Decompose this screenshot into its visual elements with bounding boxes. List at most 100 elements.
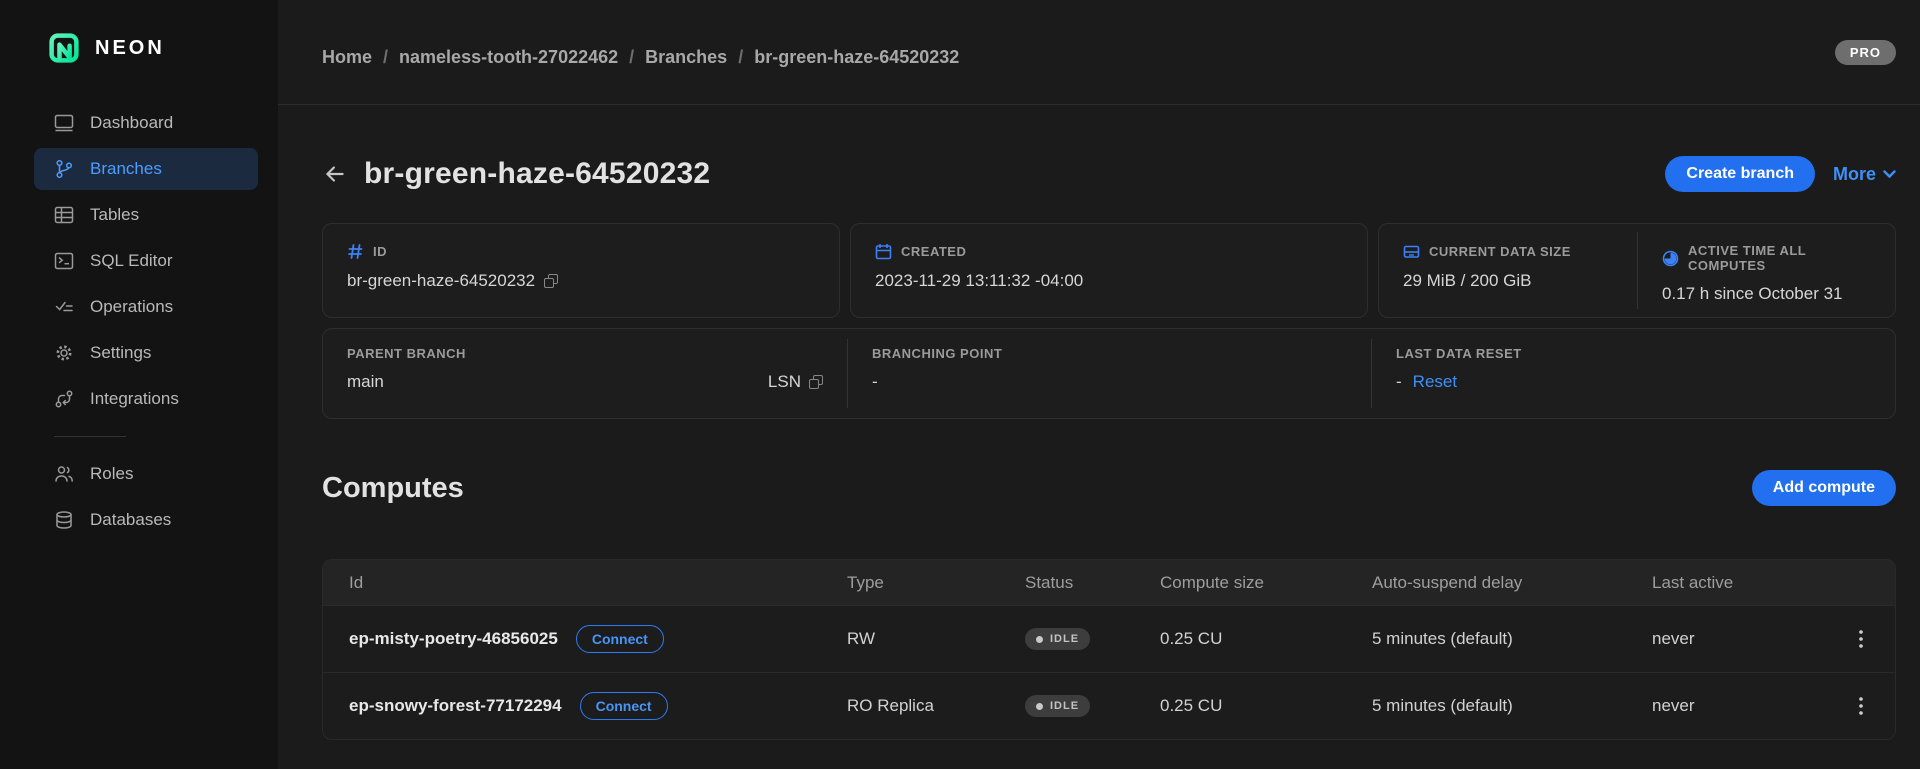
create-branch-button[interactable]: Create branch	[1665, 156, 1815, 192]
connect-button[interactable]: Connect	[576, 625, 664, 653]
chevron-down-icon	[1883, 170, 1896, 179]
sidebar-item-settings[interactable]: Settings	[34, 332, 258, 374]
created-card: CREATED 2023-11-29 13:11:32 -04:00	[850, 223, 1368, 318]
sidebar-item-label: SQL Editor	[90, 251, 173, 271]
page-title: br-green-haze-64520232	[364, 157, 710, 191]
computes-table: Id Type Status Compute size Auto-suspend…	[322, 559, 1896, 740]
branching-point-label: BRANCHING POINT	[872, 346, 1002, 361]
sql-editor-icon	[54, 251, 74, 271]
col-header-last-active: Last active	[1652, 573, 1829, 593]
idle-dot	[1036, 636, 1043, 643]
neon-logo-icon	[46, 30, 82, 66]
sidebar: NEON Dashboard Branches	[0, 0, 278, 769]
parent-branch-value: main	[347, 372, 384, 392]
computes-title: Computes	[322, 472, 464, 505]
active-time-label: ACTIVE TIME ALL COMPUTES	[1688, 243, 1873, 273]
compute-type: RW	[847, 629, 1025, 649]
sidebar-item-label: Settings	[90, 343, 151, 363]
col-header-type: Type	[847, 573, 1025, 593]
back-button[interactable]	[322, 161, 348, 187]
sidebar-item-integrations[interactable]: Integrations	[34, 378, 258, 420]
more-button[interactable]: More	[1833, 164, 1896, 185]
compute-size: 0.25 CU	[1160, 696, 1372, 716]
plan-badge[interactable]: PRO	[1835, 40, 1896, 65]
breadcrumb-separator: /	[738, 47, 743, 68]
breadcrumb-current-branch[interactable]: br-green-haze-64520232	[754, 47, 959, 68]
settings-icon	[54, 343, 74, 363]
databases-icon	[54, 510, 74, 530]
last-data-reset-value: -	[1396, 372, 1402, 392]
branches-icon	[54, 159, 74, 179]
data-size-icon	[1403, 243, 1420, 260]
branch-id-value: br-green-haze-64520232	[347, 271, 535, 291]
add-compute-button[interactable]: Add compute	[1752, 470, 1896, 506]
computes-header: Computes Add compute	[322, 469, 1896, 507]
last-data-reset-label: LAST DATA RESET	[1396, 346, 1522, 361]
created-card-label: CREATED	[901, 244, 966, 259]
sidebar-item-branches[interactable]: Branches	[34, 148, 258, 190]
sidebar-item-label: Operations	[90, 297, 173, 317]
compute-id: ep-misty-poetry-46856025	[349, 629, 558, 649]
reset-link[interactable]: Reset	[1413, 372, 1457, 392]
auto-suspend-delay: 5 minutes (default)	[1372, 696, 1652, 716]
operations-icon	[54, 297, 74, 317]
compute-type: RO Replica	[847, 696, 1025, 716]
col-header-status: Status	[1025, 573, 1160, 593]
breadcrumb-project[interactable]: nameless-tooth-27022462	[399, 47, 618, 68]
tables-icon	[54, 205, 74, 225]
col-header-auto-suspend: Auto-suspend delay	[1372, 573, 1652, 593]
idle-dot	[1036, 703, 1043, 710]
main-content: Home / nameless-tooth-27022462 / Branche…	[278, 0, 1920, 769]
active-time-icon	[1662, 250, 1679, 267]
parent-branch-label: PARENT BRANCH	[347, 346, 466, 361]
top-bar: Home / nameless-tooth-27022462 / Branche…	[278, 0, 1920, 105]
branching-point-section: BRANCHING POINT -	[847, 339, 1371, 408]
compute-size: 0.25 CU	[1160, 629, 1372, 649]
connect-button[interactable]: Connect	[580, 692, 668, 720]
sidebar-nav: Dashboard Branches Tables	[0, 88, 278, 541]
compute-row[interactable]: ep-snowy-forest-77172294 Connect RO Repl…	[323, 672, 1895, 739]
id-card: ID br-green-haze-64520232	[322, 223, 840, 318]
id-card-label: ID	[373, 244, 387, 259]
data-size-label: CURRENT DATA SIZE	[1429, 244, 1571, 259]
usage-card: CURRENT DATA SIZE 29 MiB / 200 GiB	[1378, 223, 1896, 318]
sidebar-item-operations[interactable]: Operations	[34, 286, 258, 328]
auto-suspend-delay: 5 minutes (default)	[1372, 629, 1652, 649]
breadcrumb: Home / nameless-tooth-27022462 / Branche…	[322, 37, 959, 68]
status-text: IDLE	[1050, 700, 1079, 712]
sidebar-item-label: Branches	[90, 159, 162, 179]
compute-id: ep-snowy-forest-77172294	[349, 696, 562, 716]
info-cards-row: ID br-green-haze-64520232 CREATED	[322, 223, 1896, 318]
sidebar-item-label: Roles	[90, 464, 133, 484]
status-text: IDLE	[1050, 633, 1079, 645]
sidebar-item-dashboard[interactable]: Dashboard	[34, 102, 258, 144]
active-time-value: 0.17 h since October 31	[1662, 284, 1843, 304]
dashboard-icon	[54, 113, 74, 133]
page-content: br-green-haze-64520232 Create branch Mor…	[278, 105, 1920, 740]
sidebar-item-label: Dashboard	[90, 113, 173, 133]
kebab-menu-icon[interactable]	[1853, 624, 1869, 654]
status-badge: IDLE	[1025, 695, 1090, 717]
sidebar-item-sql-editor[interactable]: SQL Editor	[34, 240, 258, 282]
breadcrumb-separator: /	[629, 47, 634, 68]
copy-icon[interactable]	[809, 375, 823, 389]
lsn-group: LSN	[768, 372, 823, 392]
app-root: NEON Dashboard Branches	[0, 0, 1920, 769]
breadcrumb-home[interactable]: Home	[322, 47, 372, 68]
kebab-menu-icon[interactable]	[1853, 691, 1869, 721]
data-size-section: CURRENT DATA SIZE 29 MiB / 200 GiB	[1379, 224, 1637, 317]
sidebar-item-tables[interactable]: Tables	[34, 194, 258, 236]
col-header-compute-size: Compute size	[1160, 573, 1372, 593]
sidebar-item-databases[interactable]: Databases	[34, 499, 258, 541]
sidebar-item-label: Tables	[90, 205, 139, 225]
sidebar-divider	[54, 436, 126, 437]
roles-icon	[54, 464, 74, 484]
compute-row[interactable]: ep-misty-poetry-46856025 Connect RW IDLE…	[323, 605, 1895, 672]
sidebar-item-label: Databases	[90, 510, 171, 530]
brand-logo[interactable]: NEON	[0, 0, 278, 88]
breadcrumb-branches[interactable]: Branches	[645, 47, 727, 68]
back-arrow-icon	[322, 161, 348, 187]
copy-icon[interactable]	[544, 274, 558, 288]
sidebar-item-roles[interactable]: Roles	[34, 453, 258, 495]
brand-name: NEON	[95, 37, 165, 60]
